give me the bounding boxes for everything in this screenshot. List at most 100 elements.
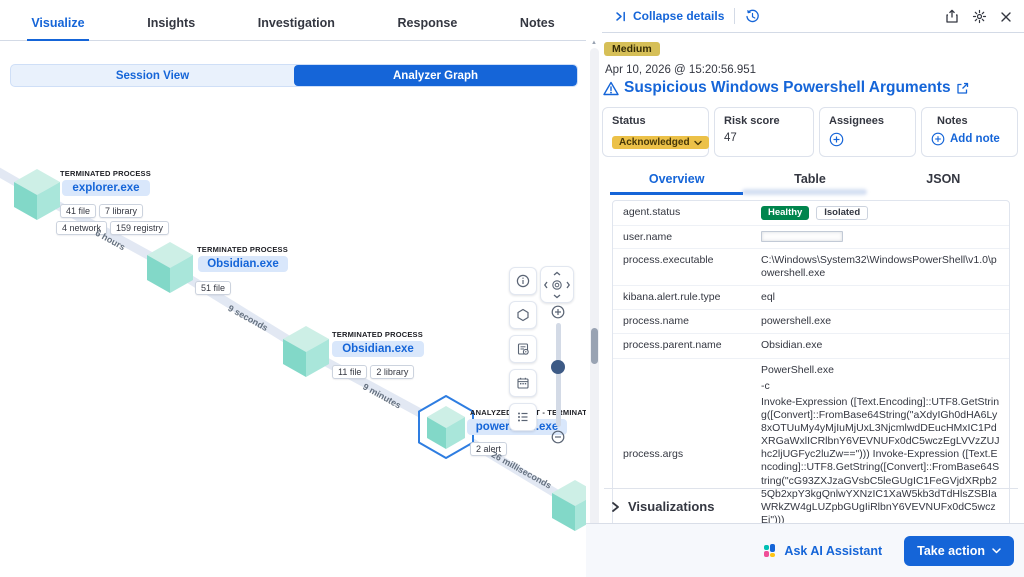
graph-legend-button[interactable]	[509, 301, 537, 329]
share-button[interactable]	[945, 9, 959, 24]
add-note-button[interactable]: Add note	[931, 132, 1008, 146]
node-type-label: TERMINATED PROCESS	[332, 330, 423, 339]
collapse-details-button[interactable]: Collapse details	[614, 9, 724, 23]
session-view-button[interactable]: Session View	[11, 65, 294, 86]
assignees-card: Assignees	[819, 107, 916, 157]
header-actions	[945, 0, 1012, 33]
process-arg: PowerShell.exe	[761, 364, 1001, 377]
graph-pan-control[interactable]	[540, 266, 574, 303]
tab-json[interactable]: JSON	[877, 168, 1010, 195]
collapse-right-icon	[614, 10, 627, 23]
count-badge-file[interactable]: 41 file	[60, 204, 96, 218]
agent-healthy-badge[interactable]: Healthy	[761, 206, 809, 220]
alert-timestamp: Apr 10, 2026 @ 15:20:56.951	[605, 64, 756, 76]
node-type-label: TERMINATED PROCESS	[197, 245, 288, 254]
agent-isolated-badge[interactable]: Isolated	[816, 206, 868, 220]
count-badge-file[interactable]: 51 file	[195, 281, 231, 295]
tab-notes[interactable]: Notes	[516, 16, 559, 41]
document-gear-icon	[516, 342, 530, 356]
notes-label: Notes	[937, 115, 1008, 127]
graph-node-list-button[interactable]	[509, 403, 537, 431]
field-value: eql	[761, 289, 1009, 306]
alert-title-row: Suspicious Windows Powershell Arguments	[603, 79, 1021, 97]
gear-icon	[972, 9, 987, 24]
external-link-icon[interactable]	[956, 82, 969, 95]
node-cube-obsidian-2[interactable]	[283, 326, 329, 377]
panel-scrollbar-thumb[interactable]	[591, 328, 598, 364]
highlighted-fields-table: agent.status Healthy Isolated user.name …	[612, 200, 1010, 550]
history-clock-icon	[745, 9, 760, 24]
add-note-label: Add note	[950, 133, 1000, 145]
count-badge-file[interactable]: 11 file	[332, 365, 367, 379]
count-badge-registry[interactable]: 159 registry	[110, 221, 169, 235]
settings-button[interactable]	[972, 9, 987, 24]
tab-investigation[interactable]: Investigation	[254, 16, 339, 41]
node-cube-obsidian-1[interactable]	[147, 242, 193, 293]
alert-details-flyout: Collapse details	[602, 0, 1024, 577]
field-value: Healthy Isolated	[761, 204, 1009, 222]
flyout-header: Collapse details	[602, 0, 1024, 33]
graph-info-button[interactable]	[509, 267, 537, 295]
severity-badge[interactable]: Medium	[604, 42, 660, 56]
header-separator	[734, 8, 735, 24]
node-name-obsidian-1[interactable]: Obsidian.exe	[198, 256, 288, 272]
redacted-username	[761, 231, 843, 242]
add-assignee-button[interactable]	[829, 132, 844, 147]
count-badge-library[interactable]: 7 library	[99, 204, 143, 218]
zoom-slider-thumb[interactable]	[551, 360, 565, 374]
visualizations-section-toggle[interactable]: Visualizations	[610, 499, 714, 514]
ask-ai-assistant-button[interactable]: Ask AI Assistant	[764, 544, 882, 558]
graph-date-button[interactable]	[509, 369, 537, 397]
field-key: process.parent.name	[613, 337, 761, 353]
field-value: C:\Windows\System32\WindowsPowerShell\v1…	[761, 252, 1009, 282]
node-name-obsidian-2[interactable]: Obsidian.exe	[332, 341, 424, 357]
process-arg: -c	[761, 380, 1001, 393]
flyout-footer: Ask AI Assistant Take action	[586, 523, 1024, 577]
assignees-label: Assignees	[829, 115, 906, 127]
node-name-explorer[interactable]: explorer.exe	[62, 180, 150, 196]
field-key: process.args	[613, 446, 761, 462]
graph-edges-and-nodes	[0, 90, 586, 577]
analyzer-graph-button[interactable]: Analyzer Graph	[294, 65, 577, 86]
take-action-label: Take action	[917, 544, 985, 558]
left-tab-bar: Visualize Insights Investigation Respons…	[0, 12, 586, 41]
scroll-up-arrow[interactable]: ▲	[591, 40, 597, 46]
tab-insights[interactable]: Insights	[143, 16, 199, 41]
zoom-out-button[interactable]	[551, 430, 565, 444]
close-flyout-button[interactable]	[1000, 11, 1012, 23]
notes-card: Notes Add note	[921, 107, 1018, 157]
list-icon	[516, 410, 530, 424]
node-cube-powershell-selected[interactable]	[419, 396, 473, 458]
node-cube-partial[interactable]	[552, 480, 586, 531]
field-key: process.name	[613, 313, 761, 329]
zoom-slider-track[interactable]	[556, 323, 561, 427]
zoom-in-button[interactable]	[551, 305, 565, 319]
tab-response[interactable]: Response	[394, 16, 462, 41]
pan-target-icon	[543, 270, 571, 300]
status-value-dropdown[interactable]: Acknowledged	[612, 136, 709, 149]
calendar-icon	[516, 376, 530, 390]
node-cube-explorer[interactable]	[14, 169, 60, 220]
status-value: Acknowledged	[619, 137, 690, 148]
chevron-down-icon	[694, 140, 702, 146]
alert-history-button[interactable]	[745, 9, 760, 24]
field-value	[761, 229, 1009, 244]
node-type-label: TERMINATED PROCESS	[60, 169, 151, 178]
take-action-button[interactable]: Take action	[904, 536, 1014, 566]
tab-overview[interactable]: Overview	[610, 168, 743, 195]
count-badge-library[interactable]: 2 library	[370, 365, 414, 379]
field-key: user.name	[613, 229, 761, 245]
panel-scrollbar-track[interactable]	[590, 48, 599, 552]
alert-rule-title[interactable]: Suspicious Windows Powershell Arguments	[624, 79, 951, 97]
warning-triangle-icon	[603, 81, 619, 96]
graph-schema-button[interactable]	[509, 335, 537, 363]
collapse-details-label: Collapse details	[633, 9, 724, 23]
node-badges-row: 41 file 7 library	[60, 204, 143, 218]
tab-visualize[interactable]: Visualize	[27, 16, 88, 41]
risk-score-card: Risk score 47	[714, 107, 814, 157]
plus-circle-icon	[931, 132, 945, 146]
risk-score-value: 47	[724, 132, 804, 144]
analyzer-graph-canvas[interactable]: TERMINATED PROCESS explorer.exe 41 file …	[0, 90, 586, 577]
table-row: user.name	[613, 226, 1009, 249]
status-card: Status Acknowledged	[602, 107, 709, 157]
